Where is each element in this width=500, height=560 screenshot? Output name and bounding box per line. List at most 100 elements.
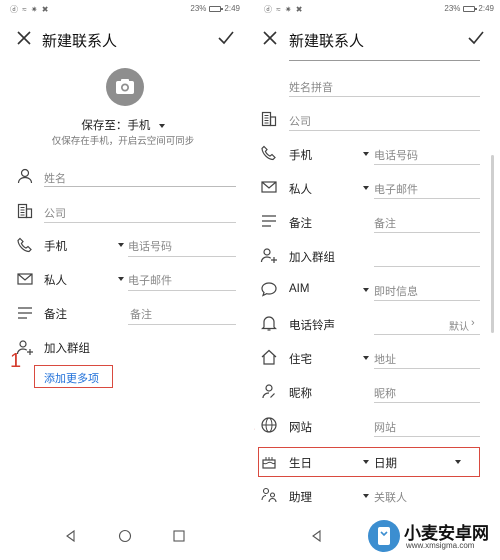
nickname-input[interactable]: 昵称 [374,385,396,401]
left-screen: ⓓ ≈ ✷ ✖ 23% 2:49 新建联系人 保存至：手机 仅保存在手机，开启云… [0,0,246,560]
company-underline [44,222,236,223]
page-title: 新建联系人 [289,33,365,50]
top-bar: 新建联系人 [254,24,500,54]
battery-level: 23% [444,4,461,13]
phonetic-name-input[interactable]: 姓名拼音 [289,79,333,95]
watermark-url: www.xmsigma.com [406,541,475,550]
home-icon [260,348,278,366]
note-input[interactable]: 备注 [130,306,152,322]
company-input[interactable]: 公司 [289,113,311,129]
chat-bubble-icon [260,280,278,298]
ringtone-label[interactable]: 电话铃声 [289,317,335,333]
status-bar: ⓓ ≈ ✷ ✖ 23% 2:49 [254,0,500,17]
phone-number-input[interactable]: 电话号码 [374,147,418,163]
name-input[interactable]: 姓名 [44,170,66,186]
phone-number-input[interactable]: 电话号码 [128,238,172,254]
save-location-selector[interactable]: 保存至：手机 [0,117,246,133]
email-input[interactable]: 电子邮件 [374,181,418,197]
clock: 2:49 [478,4,494,13]
join-group-button[interactable]: 加入群组 [289,249,335,265]
phone-type-dropdown-icon[interactable] [363,152,369,156]
battery-level: 23% [190,4,207,13]
watermark-logo [368,520,400,552]
join-group-button[interactable]: 加入群组 [44,340,90,356]
ringtone-underline [374,334,480,335]
close-icon[interactable] [260,28,280,48]
chevron-right-icon: › [471,317,475,329]
navigation-bar [0,524,246,548]
status-bar: ⓓ ≈ ✷ ✖ 23% 2:49 [0,0,246,17]
add-group-icon [260,246,278,264]
page-title: 新建联系人 [42,33,118,50]
website-label: 网站 [289,422,312,434]
note-label: 备注 [44,309,67,321]
email-input[interactable]: 电子邮件 [128,272,172,288]
ringtone-value[interactable]: 默认 [449,318,469,333]
right-screen: ⓓ ≈ ✷ ✖ 23% 2:49 新建联系人 姓名拼音 公司 手机 电话号码 私… [254,0,500,560]
battery-icon [463,5,478,12]
group-underline [374,266,480,267]
phone-type-label[interactable]: 手机 [289,147,312,163]
add-more-items-button[interactable]: 添加更多项 [34,365,113,388]
address-input[interactable]: 地址 [374,351,396,367]
confirm-check-icon[interactable] [466,28,486,48]
assistant-dropdown-icon[interactable] [363,494,369,498]
status-icons: ⓓ ≈ ✷ ✖ [264,5,304,14]
phone-type-dropdown-icon[interactable] [118,243,124,247]
dropdown-arrow-icon [158,123,165,128]
back-nav-icon[interactable] [64,529,78,543]
note-icon [260,212,278,230]
name-underline [44,186,236,187]
related-person-input[interactable]: 关联人 [374,489,407,505]
company-input[interactable]: 公司 [44,205,66,221]
camera-icon [116,79,134,94]
birthday-type-dropdown-icon[interactable] [363,460,369,464]
phonetic-underline [289,96,480,97]
add-photo-button[interactable] [106,68,144,106]
home-nav-icon[interactable] [118,529,132,543]
email-type-dropdown-icon[interactable] [118,277,124,281]
address-underline [374,368,480,369]
status-icons: ⓓ ≈ ✷ ✖ [10,5,50,14]
company-icon [16,202,34,220]
aim-input[interactable]: 即时信息 [374,283,418,299]
date-dropdown-icon[interactable] [455,460,461,464]
name-field-underline [289,60,480,61]
clock: 2:49 [224,4,240,13]
globe-icon [260,416,278,434]
website-underline [374,436,480,437]
address-type-dropdown-icon[interactable] [363,356,369,360]
address-type-label[interactable]: 住宅 [289,351,312,367]
aim-label[interactable]: AIM [289,283,309,295]
nickname-person-icon [260,382,278,400]
phone-underline [374,164,480,165]
phone-type-label[interactable]: 手机 [44,238,67,254]
note-underline [374,232,480,233]
phone-underline [128,256,236,257]
back-nav-icon[interactable] [310,529,324,543]
website-input[interactable]: 网站 [374,419,396,435]
scrollbar[interactable] [491,155,494,333]
person-icon [16,167,34,185]
nickname-label: 昵称 [289,388,312,400]
close-icon[interactable] [14,28,34,48]
confirm-check-icon[interactable] [216,28,236,48]
note-input[interactable]: 备注 [374,215,396,231]
step-number-1: 1 [10,350,22,372]
save-location-hint: 仅保存在手机，开启云空间可同步 [51,136,195,147]
note-icon [16,304,34,322]
birthday-label[interactable]: 生日 [289,455,312,471]
recents-nav-icon[interactable] [172,529,186,543]
nickname-underline [374,402,480,403]
assistant-label[interactable]: 助理 [289,489,312,505]
phone-icon [260,144,278,162]
step-number-2: 2 [254,413,255,436]
company-icon [260,110,278,128]
add-more-items-label: 添加更多项 [44,373,99,385]
email-type-label[interactable]: 私人 [44,272,67,288]
email-type-label[interactable]: 私人 [289,181,312,197]
aim-dropdown-icon[interactable] [363,288,369,292]
email-type-dropdown-icon[interactable] [363,186,369,190]
birthday-date-input[interactable]: 日期 [374,455,397,471]
mail-icon [260,178,278,196]
